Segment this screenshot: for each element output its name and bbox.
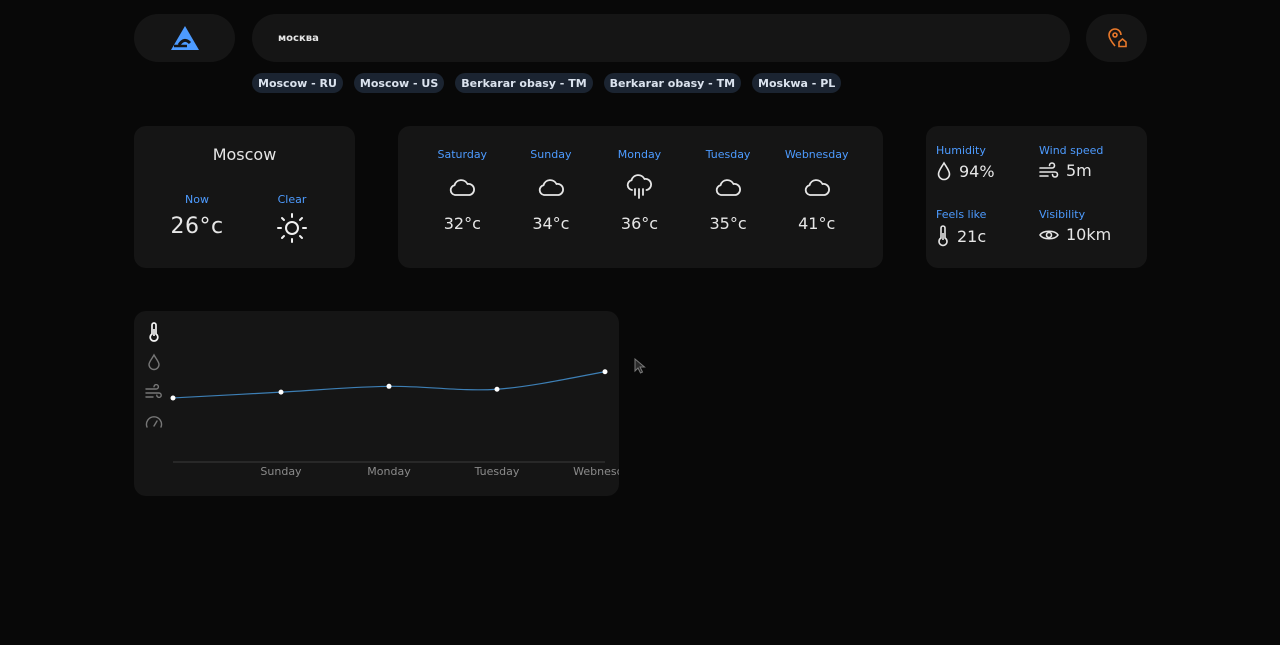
data-point: [386, 383, 392, 389]
day-temperature: 34°c: [532, 214, 570, 233]
chart-card: Sunday Monday Tuesday Webnesday: [134, 311, 619, 496]
humidity-stat: Humidity 94%: [936, 144, 995, 181]
feels-like-label: Feels like: [936, 208, 987, 221]
humidity-label: Humidity: [936, 144, 986, 157]
data-point: [494, 386, 500, 392]
mouse-cursor-icon: [634, 358, 646, 374]
forecast-day: Tuesday 35°c: [684, 148, 773, 233]
search-bar[interactable]: [252, 14, 1070, 62]
wind-icon: [1039, 161, 1059, 178]
thermometer-icon: [938, 225, 948, 247]
x-tick-label: Tuesday: [474, 465, 520, 478]
gauge-icon: [145, 415, 163, 428]
now-label: Now: [185, 193, 209, 206]
data-point: [170, 395, 176, 401]
temperature-chart: Sunday Monday Tuesday Webnesday: [170, 369, 619, 478]
forecast-card: Saturday 32°c Sunday 34°c Monday 36°c Tu…: [398, 126, 883, 268]
day-temperature: 36°c: [620, 214, 659, 233]
day-name: Saturday: [437, 148, 488, 161]
suggestion-list: Moscow - RU Moscow - US Berkarar obasy -…: [252, 73, 842, 93]
day-temperature: 35°c: [709, 214, 747, 233]
current-temperature: 26°c: [170, 214, 224, 239]
wind-stat: Wind speed 5m: [1039, 144, 1103, 180]
search-input[interactable]: [278, 32, 1038, 44]
visibility-label: Visibility: [1039, 208, 1086, 221]
humidity-value: 94%: [959, 161, 995, 181]
suggestion-chip[interactable]: Moscow - US: [353, 73, 445, 93]
cloud-icon: [715, 179, 742, 196]
condition-label: Clear: [277, 193, 307, 206]
cloud-icon: [450, 179, 476, 196]
forecast-day: Webnesday 41°c: [772, 148, 861, 233]
droplet-icon: [148, 353, 160, 370]
eye-icon: [1039, 229, 1059, 240]
forecast-day: Sunday 34°c: [507, 148, 596, 233]
day-temperature: 41°c: [798, 214, 836, 233]
suggestion-chip[interactable]: Berkarar obasy - TM: [455, 73, 593, 93]
cloud-rain-icon: [627, 174, 653, 199]
chart-metric-selector: [144, 321, 164, 432]
sun-icon: [277, 213, 307, 243]
thermometer-icon: [149, 321, 159, 342]
day-name: Tuesday: [705, 148, 751, 161]
x-tick-label: Webnesday: [573, 465, 619, 478]
location-button[interactable]: [1086, 14, 1147, 62]
city-name: Moscow: [212, 145, 277, 164]
chart-humidity-button[interactable]: [144, 351, 164, 372]
feels-like-stat: Feels like 21c: [936, 208, 986, 247]
day-name: Sunday: [530, 148, 572, 161]
suggestion-chip[interactable]: Berkarar obasy - TM: [603, 73, 742, 93]
day-name: Monday: [617, 148, 662, 161]
current-weather-card: Moscow Now 26°c Clear: [134, 126, 355, 268]
cloud-icon: [804, 179, 830, 196]
forecast-day: Monday 36°c: [595, 148, 684, 233]
suggestion-chip[interactable]: Moscow - RU: [252, 73, 343, 93]
map-pin-home-icon: [1107, 28, 1127, 48]
wind-label: Wind speed: [1039, 144, 1104, 157]
chart-wind-button[interactable]: [144, 381, 164, 402]
forecast-day: Saturday 32°c: [418, 148, 507, 233]
suggestion-chip[interactable]: Moskwa - PL: [752, 73, 842, 93]
stats-card: Humidity 94% Wind speed 5m Feels like 21…: [926, 126, 1147, 268]
logo[interactable]: [134, 14, 235, 62]
x-tick-label: Monday: [367, 465, 411, 478]
data-point: [602, 369, 608, 375]
chart-pressure-button[interactable]: [144, 411, 164, 432]
x-tick-label: Sunday: [260, 465, 302, 478]
day-temperature: 32°c: [443, 214, 481, 233]
triangle-logo-icon: [170, 26, 199, 50]
droplet-icon: [937, 161, 951, 181]
visibility-stat: Visibility 10km: [1039, 208, 1111, 244]
cloud-icon: [538, 179, 564, 196]
feels-like-value: 21c: [957, 226, 987, 246]
data-point: [278, 389, 284, 395]
chart-temperature-button[interactable]: [144, 321, 164, 342]
visibility-value: 10km: [1066, 225, 1112, 244]
day-name: Webnesday: [784, 148, 849, 161]
wind-icon: [145, 383, 162, 398]
wind-value: 5m: [1066, 161, 1092, 180]
